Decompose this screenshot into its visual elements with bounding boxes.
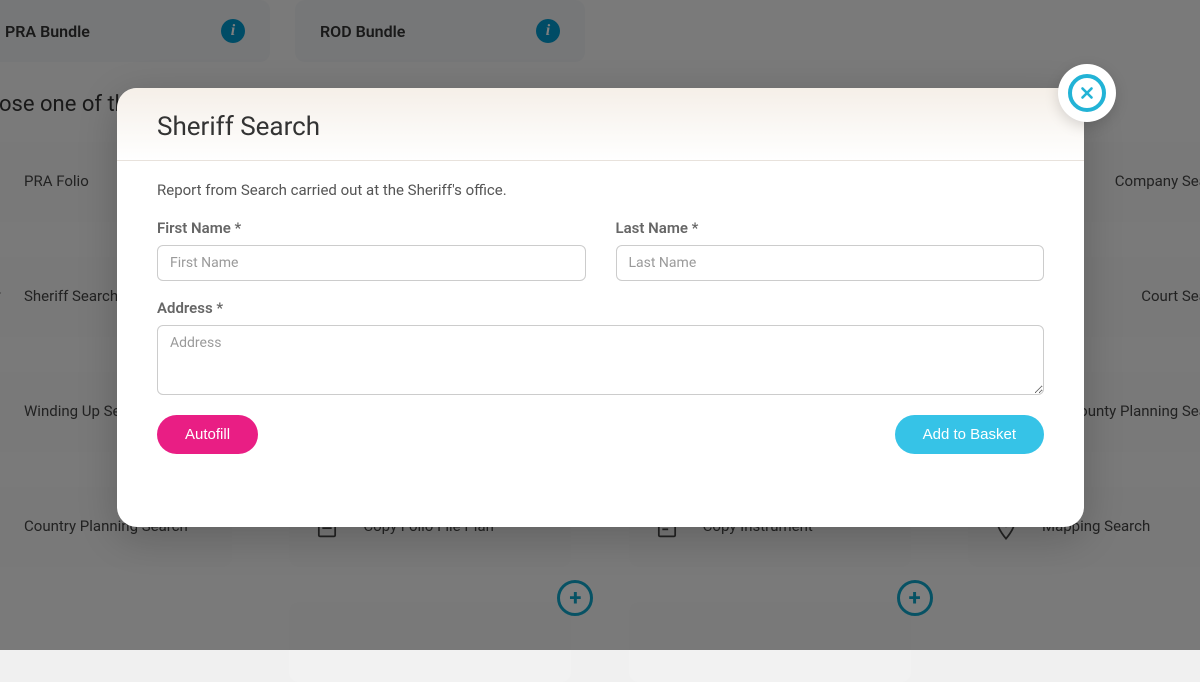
modal-title: Sheriff Search bbox=[157, 112, 1044, 142]
modal-description: Report from Search carried out at the Sh… bbox=[157, 181, 1044, 199]
address-textarea[interactable] bbox=[157, 325, 1044, 395]
last-name-label: Last Name * bbox=[616, 219, 1045, 237]
address-label: Address * bbox=[157, 299, 1044, 317]
last-name-input[interactable] bbox=[616, 245, 1045, 281]
modal-body: Report from Search carried out at the Sh… bbox=[117, 161, 1084, 478]
add-to-basket-button[interactable]: Add to Basket bbox=[895, 415, 1044, 454]
first-name-label: First Name * bbox=[157, 219, 586, 237]
close-icon bbox=[1068, 74, 1106, 112]
first-name-input[interactable] bbox=[157, 245, 586, 281]
sheriff-search-modal: Sheriff Search Report from Search carrie… bbox=[117, 88, 1084, 527]
modal-header: Sheriff Search bbox=[117, 88, 1084, 161]
autofill-button[interactable]: Autofill bbox=[157, 415, 258, 454]
close-button[interactable] bbox=[1058, 64, 1116, 122]
